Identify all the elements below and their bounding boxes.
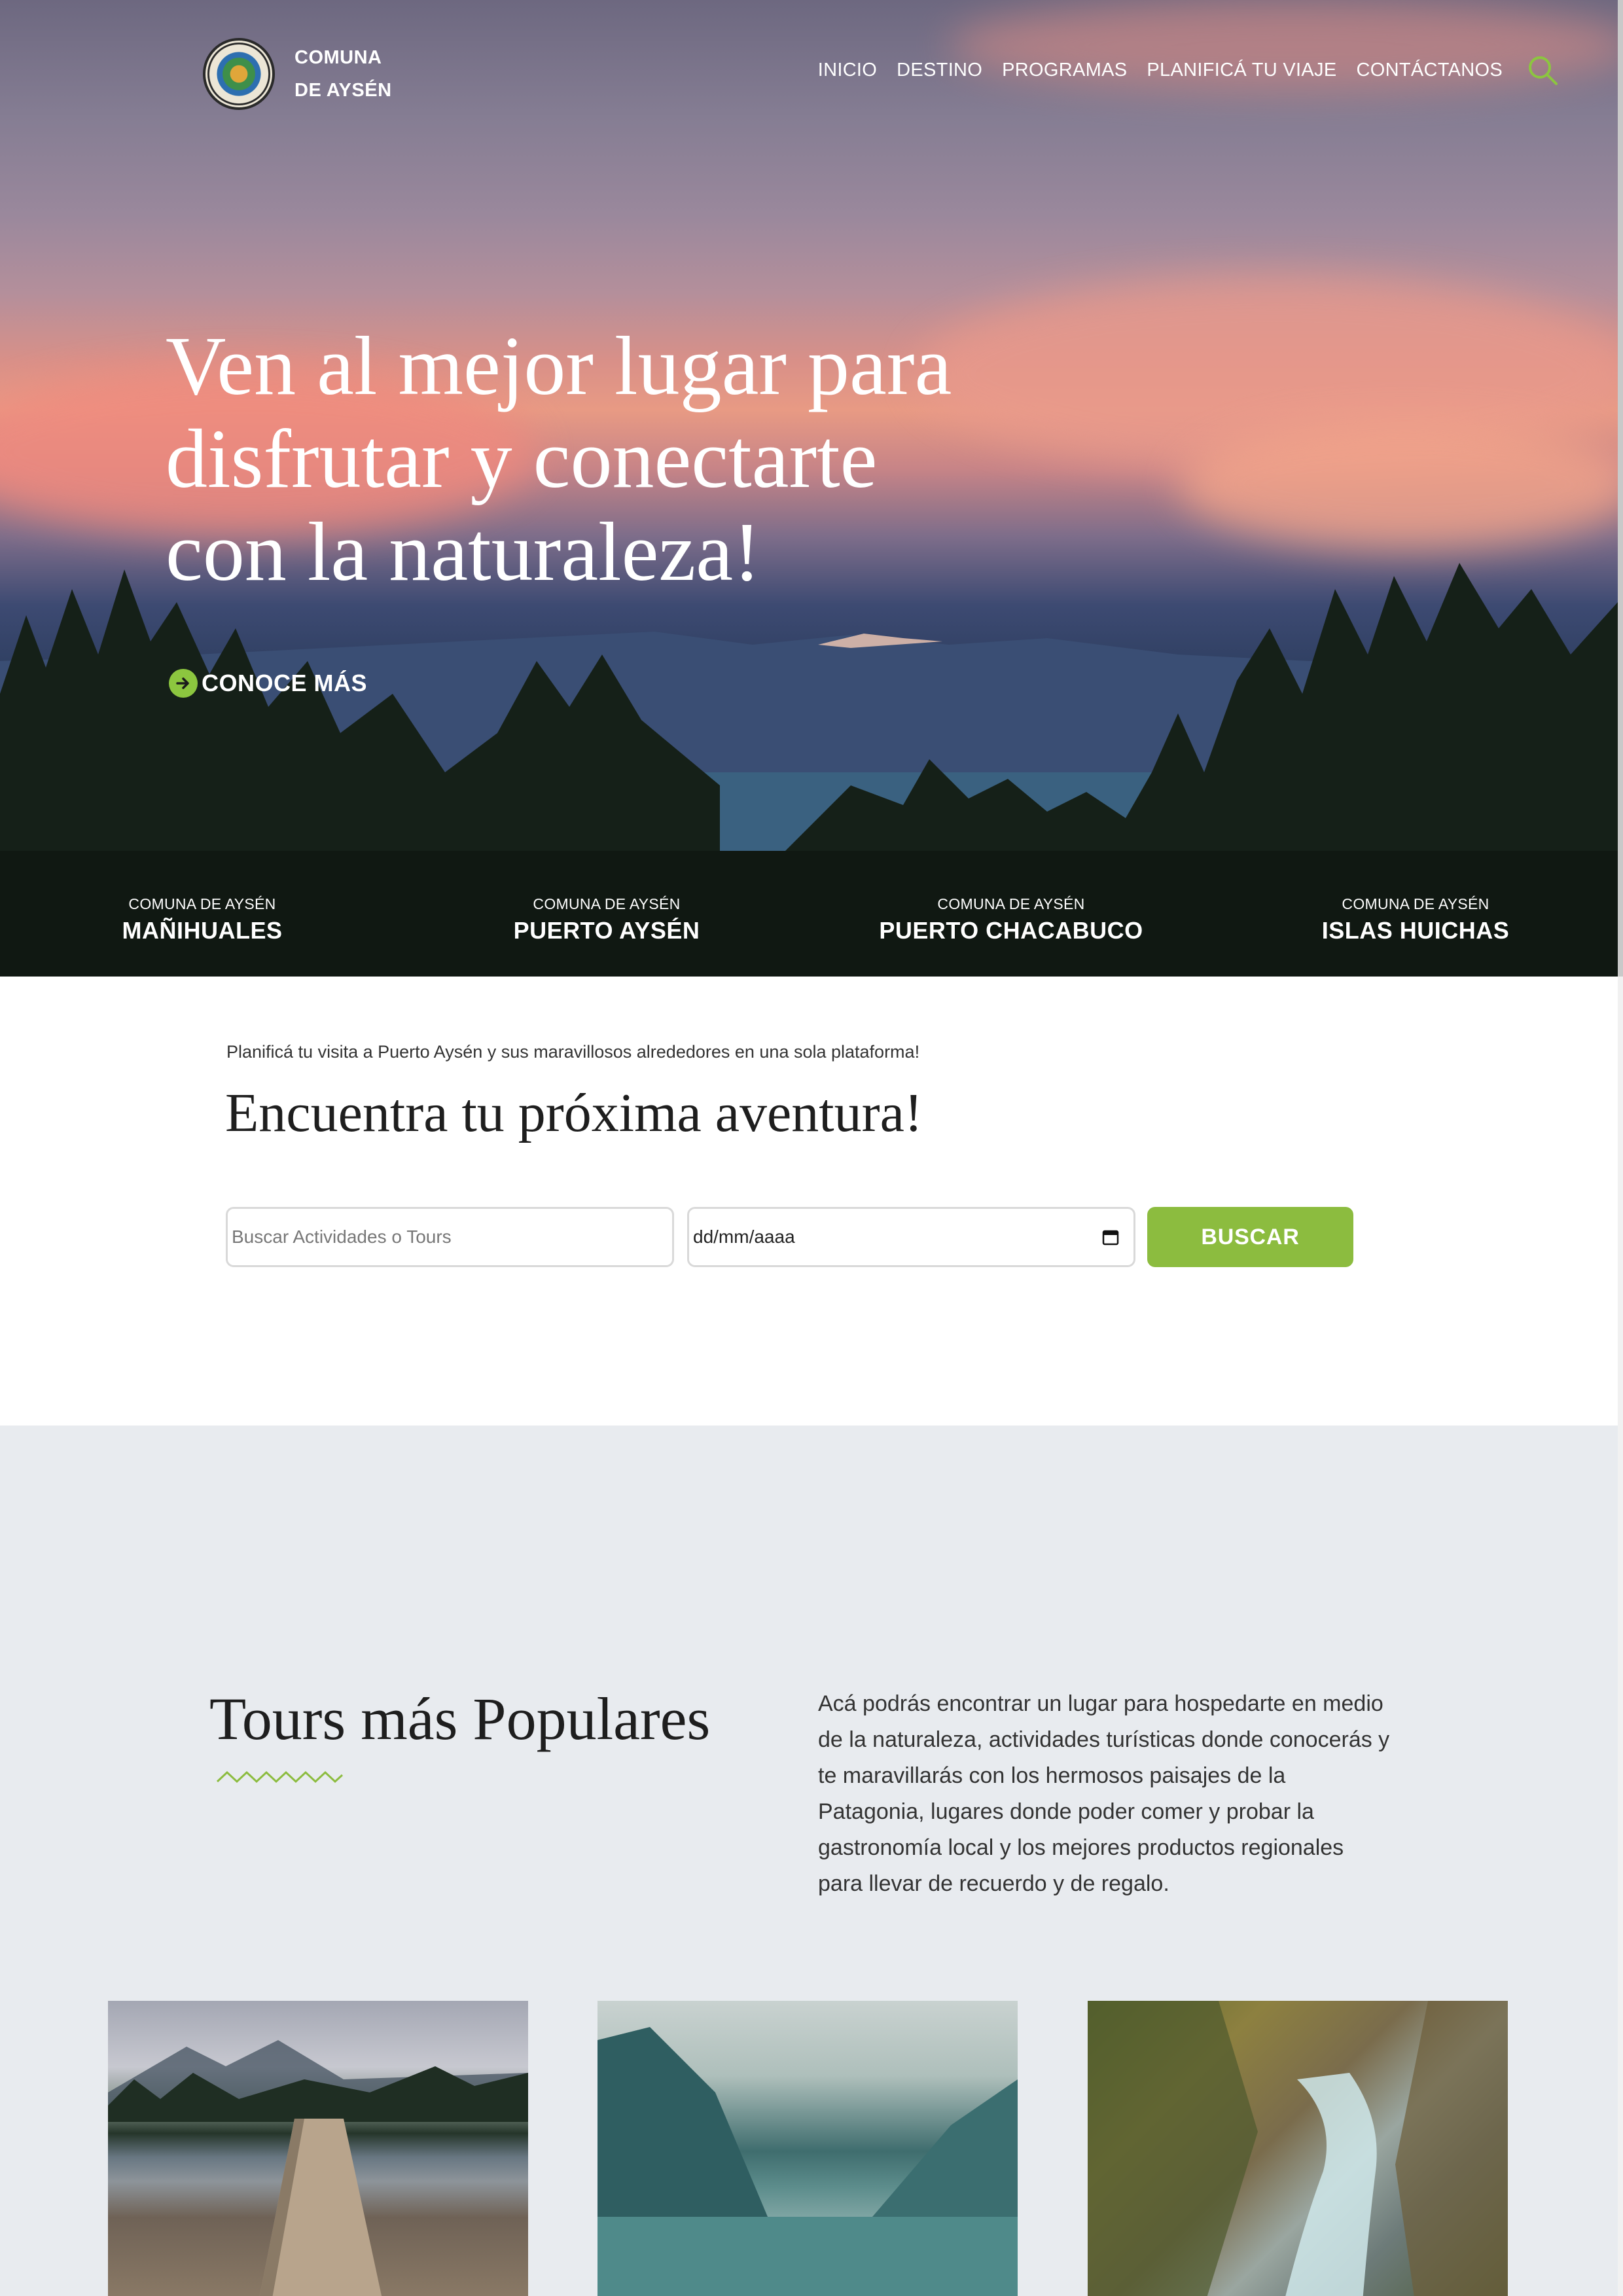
destination-puerto-chacabuco[interactable]: COMUNA DE AYSÉN PUERTO CHACABUCO: [809, 895, 1213, 944]
conoce-mas-button[interactable]: CONOCE MÁS: [169, 669, 367, 698]
brand-line1: COMUNA: [294, 47, 382, 68]
nav-item-planifica[interactable]: PLANIFICÁ TU VIAJE: [1147, 60, 1336, 81]
search-placeholder: Buscar Actividades o Tours: [232, 1227, 452, 1247]
hero-title: Ven al mejor lugar para disfrutar y cone…: [166, 319, 1082, 598]
hero-title-line: con la naturaleza!: [166, 505, 761, 598]
destination-pre: COMUNA DE AYSÉN: [937, 895, 1085, 912]
nav-item-programas[interactable]: PROGRAMAS: [1002, 60, 1127, 81]
calendar-icon[interactable]: [1101, 1227, 1120, 1247]
plan-subtitle: Planificá tu visita a Puerto Aysén y sus…: [226, 1042, 920, 1062]
arrow-right-icon: [169, 669, 198, 698]
cta-label: CONOCE MÁS: [202, 670, 368, 696]
tour-image: [1088, 2001, 1508, 2296]
destination-pre: COMUNA DE AYSÉN: [1342, 895, 1489, 912]
nav-item-destino[interactable]: DESTINO: [897, 60, 982, 81]
destination-islas-huichas[interactable]: COMUNA DE AYSÉN ISLAS HUICHAS: [1213, 895, 1618, 944]
destination-name: MAÑIHUALES: [122, 917, 283, 944]
brand-logo[interactable]: COMUNA DE AYSÉN: [203, 38, 392, 110]
municipality-seal-icon: [203, 38, 275, 110]
hero-title-line: disfrutar y conectarte: [166, 412, 878, 505]
tour-card-river-canyon[interactable]: [1088, 2001, 1508, 2296]
tours-title: Tours más Populares: [209, 1685, 711, 1752]
destination-list: COMUNA DE AYSÉN MAÑIHUALES COMUNA DE AYS…: [0, 895, 1618, 944]
brand-line2: DE AYSÉN: [294, 80, 392, 101]
plan-title: Encuentra tu próxima aventura!: [225, 1083, 923, 1143]
main-nav: INICIO DESTINO PROGRAMAS PLANIFICÁ TU VI…: [798, 54, 1559, 86]
destination-name: PUERTO CHACABUCO: [879, 917, 1143, 944]
hero-title-line: Ven al mejor lugar para: [166, 319, 952, 412]
nav-item-inicio[interactable]: INICIO: [818, 60, 877, 81]
brand-name: COMUNA DE AYSÉN: [294, 41, 392, 107]
destination-manihuales[interactable]: COMUNA DE AYSÉN MAÑIHUALES: [0, 895, 404, 944]
search-icon[interactable]: [1526, 54, 1559, 86]
scrollbar[interactable]: [1618, 0, 1623, 2296]
squiggle-divider-icon: [216, 1770, 344, 1784]
tour-card-lake-dock[interactable]: [108, 2001, 528, 2296]
search-input[interactable]: Buscar Actividades o Tours: [226, 1207, 674, 1267]
tours-section: Tours más Populares Acá podrás encontrar…: [0, 1426, 1618, 2296]
hero-section: COMUNA DE AYSÉN INICIO DESTINO PROGRAMAS…: [0, 0, 1618, 977]
tour-image: [597, 2027, 1018, 2296]
destination-puerto-aysen[interactable]: COMUNA DE AYSÉN PUERTO AYSÉN: [404, 895, 809, 944]
destination-name: ISLAS HUICHAS: [1321, 917, 1510, 944]
buscar-button[interactable]: BUSCAR: [1147, 1207, 1353, 1267]
scrollbar-thumb[interactable]: [1618, 0, 1623, 977]
plan-section: Planificá tu visita a Puerto Aysén y sus…: [0, 977, 1618, 1426]
destination-pre: COMUNA DE AYSÉN: [533, 895, 681, 912]
date-placeholder: dd/mm/aaaa: [693, 1227, 795, 1247]
tours-description: Acá podrás encontrar un lugar para hospe…: [818, 1691, 1390, 1896]
nav-item-contactanos[interactable]: CONTÁCTANOS: [1357, 60, 1503, 81]
destination-name: PUERTO AYSÉN: [513, 917, 700, 944]
date-input[interactable]: dd/mm/aaaa: [687, 1207, 1135, 1267]
tour-card-mountain-lake[interactable]: [597, 2001, 1018, 2296]
destination-pre: COMUNA DE AYSÉN: [128, 895, 276, 912]
tour-image: [108, 2040, 528, 2296]
